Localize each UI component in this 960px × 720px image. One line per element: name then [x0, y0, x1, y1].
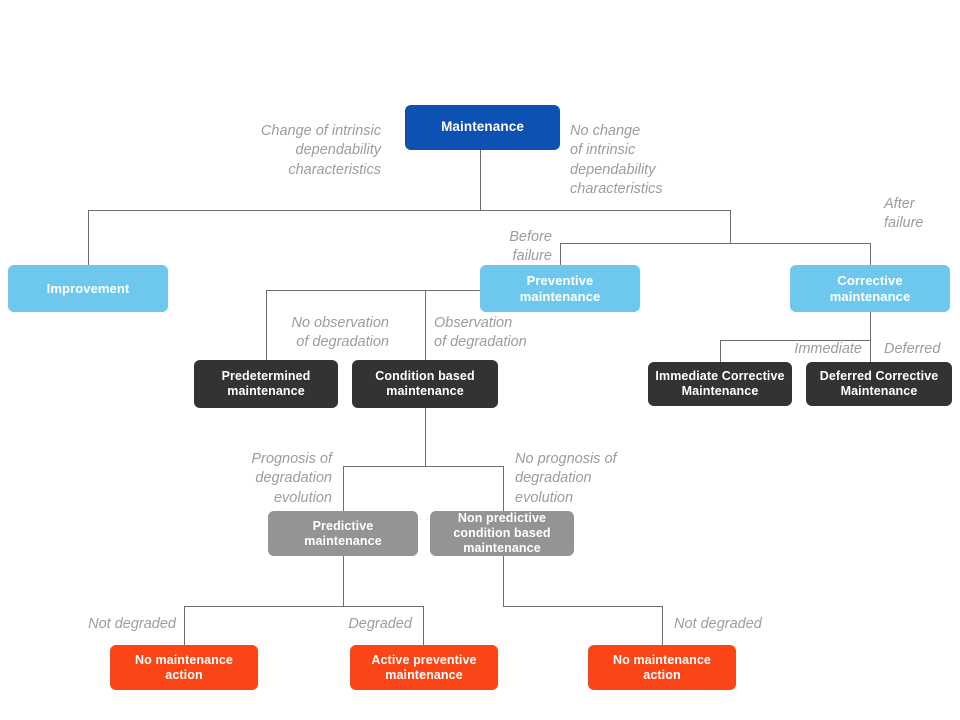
edge-label-deferred: Deferred — [884, 341, 941, 357]
node-improvement[interactable]: Improvement — [8, 265, 168, 312]
node-immediate-corrective-maintenance[interactable]: Immediate Corrective Maintenance — [648, 362, 792, 406]
node-preventive-maintenance[interactable]: Preventive maintenance — [480, 265, 640, 312]
node-no-maintenance-action-right[interactable]: No maintenance action — [588, 645, 736, 690]
node-condition-based-maintenance[interactable]: Condition based maintenance — [352, 360, 498, 408]
edge-label-not-degraded-left: Not degraded — [88, 616, 176, 632]
connector-nomaint-left-drop — [184, 606, 185, 645]
connector-preventive-drop — [560, 243, 561, 265]
edge-label-immediate: Immediate — [794, 341, 862, 357]
node-active-preventive-maintenance[interactable]: Active preventive maintenance — [350, 645, 498, 690]
connector-level1-bus — [88, 210, 731, 211]
connector-corrective-drop — [870, 243, 871, 265]
connector-nochange-drop — [730, 210, 731, 243]
edge-label-change-of-intrinsic: Change of intrinsic dependability charac… — [260, 123, 381, 178]
edge-label-observation-of-degradation: Observation of degradation — [434, 315, 527, 351]
connector-maintenance-stem — [480, 150, 481, 210]
node-predictive-maintenance[interactable]: Predictive maintenance — [268, 511, 418, 556]
connector-nomaint-right-drop — [662, 606, 663, 645]
connector-conditionbased-drop — [425, 290, 426, 360]
connector-predictive-stem — [343, 556, 344, 606]
edge-label-after-failure: After failure — [884, 196, 924, 232]
edge-label-degraded: Degraded — [348, 616, 412, 632]
node-non-predictive-condition-based-maintenance[interactable]: Non predictive condition based maintenan… — [430, 511, 574, 556]
edge-label-not-degraded-right: Not degraded — [674, 616, 762, 632]
connector-predictive-bus — [184, 606, 424, 607]
node-corrective-maintenance[interactable]: Corrective maintenance — [790, 265, 950, 312]
connector-improvement-drop — [88, 210, 89, 265]
connector-activepreventive-drop — [423, 606, 424, 645]
connector-predictive-drop — [343, 466, 344, 511]
node-predetermined-maintenance[interactable]: Predetermined maintenance — [194, 360, 338, 408]
connector-corrective-stem — [870, 312, 871, 340]
edge-label-no-change-of-intrinsic: No change of intrinsic dependability cha… — [570, 123, 663, 197]
edge-label-prognosis-of-degradation-evolution: Prognosis of degradation evolution — [251, 451, 332, 506]
node-deferred-corrective-maintenance[interactable]: Deferred Corrective Maintenance — [806, 362, 952, 406]
edge-label-no-observation-of-degradation: No observation of degradation — [291, 315, 389, 351]
edge-label-no-prognosis-of-degradation-evolution: No prognosis of degradation evolution — [515, 451, 617, 506]
connector-nonpredictive-bus — [503, 606, 662, 607]
connector-nonpredictive-stem — [503, 556, 504, 606]
diagram-canvas: Change of intrinsic dependability charac… — [0, 0, 960, 720]
edge-label-before-failure: Before failure — [509, 229, 552, 265]
connector-conditionbased-bus — [343, 466, 503, 467]
connector-deferred-drop — [870, 340, 871, 362]
node-maintenance[interactable]: Maintenance — [405, 105, 560, 150]
node-no-maintenance-action-left[interactable]: No maintenance action — [110, 645, 258, 690]
connector-level2-bus — [560, 243, 871, 244]
connector-conditionbased-stem — [425, 408, 426, 466]
connector-nonpredictive-drop — [503, 466, 504, 511]
